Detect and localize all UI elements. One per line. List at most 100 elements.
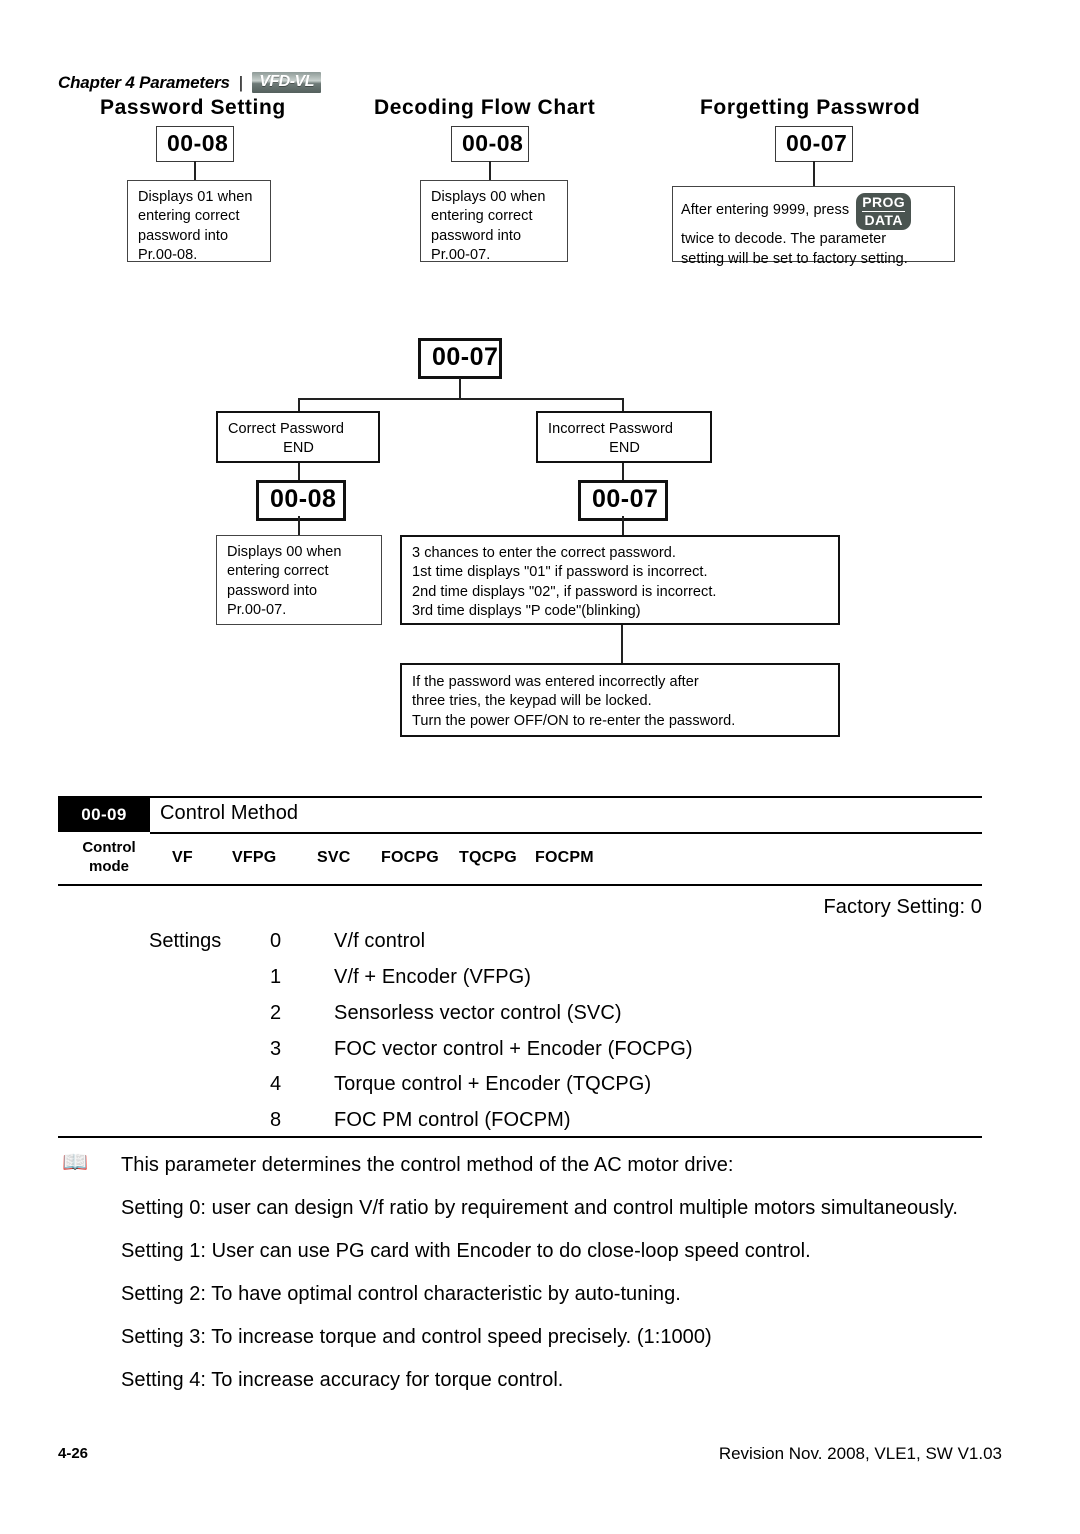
flow-box-line: setting will be set to factory setting. bbox=[681, 250, 908, 267]
control-mode-tqcpg: TQCPG bbox=[459, 849, 517, 866]
setting-value: 2 bbox=[270, 1002, 282, 1024]
flow-box-correct-displays-00: Displays 00 when entering correct passwo… bbox=[216, 535, 382, 625]
flow-box-line: Displays 00 when bbox=[431, 189, 546, 205]
connector-badge1-to-box1 bbox=[194, 161, 196, 181]
setting-value: 0 bbox=[270, 930, 282, 952]
flow-box-line: password into bbox=[431, 227, 522, 244]
param-badge-00-07-incorrect: 00-07 bbox=[578, 480, 668, 521]
flow-box-keypad-locked: If the password was entered incorrectly … bbox=[400, 663, 840, 737]
section-divider-top bbox=[58, 796, 982, 798]
flow-box-end-label: END bbox=[283, 440, 314, 457]
flow-box-line: 2nd time displays "02", if password is i… bbox=[412, 583, 717, 600]
control-mode-label: Control mode bbox=[72, 838, 146, 876]
flow-box-incorrect-password-end: Incorrect Password END bbox=[536, 411, 712, 463]
flow-box-end-label: END bbox=[609, 440, 640, 457]
param-badge-00-07-decode-root: 00-07 bbox=[418, 338, 502, 379]
connector-left-branch bbox=[298, 398, 300, 412]
flow-box-forgetting-password-instructions: After entering 9999, press PROG DATA twi… bbox=[672, 186, 955, 267]
param-badge-00-07-forgetting: 00-07 bbox=[775, 126, 853, 162]
factory-setting-value: Factory Setting: 0 bbox=[823, 896, 982, 918]
flow-box-line: Displays 01 when bbox=[138, 189, 253, 205]
flow-box-line: After entering 9999, press bbox=[681, 201, 850, 218]
open-book-icon: 📖 bbox=[62, 1151, 89, 1174]
connector-split-bar bbox=[298, 398, 624, 400]
data-key-label: DATA bbox=[864, 211, 903, 228]
connector-badge3-to-box3 bbox=[813, 161, 815, 187]
flow-box-line-with-key: After entering 9999, press PROG DATA bbox=[681, 193, 912, 231]
param-number-badge-00-09: 00-09 bbox=[58, 798, 150, 832]
setting-description: Torque control + Encoder (TQCPG) bbox=[334, 1073, 652, 1095]
param-badge-00-08-password: 00-08 bbox=[156, 126, 234, 162]
flow-box-line: entering correct bbox=[431, 208, 533, 225]
flow-box-line: Pr.00-07. bbox=[227, 601, 287, 618]
flow-box-correct-password-end: Correct Password END bbox=[216, 411, 380, 463]
note-paragraph: Setting 0: user can design V/f ratio by … bbox=[121, 1197, 959, 1219]
setting-value: 3 bbox=[270, 1038, 282, 1060]
setting-value: 1 bbox=[270, 966, 282, 988]
param-badge-00-08-decoding: 00-08 bbox=[451, 126, 529, 162]
header-separator: | bbox=[238, 72, 244, 92]
note-paragraph: Setting 1: User can use PG card with Enc… bbox=[121, 1240, 811, 1262]
flow-box-line: Turn the power OFF/ON to re-enter the pa… bbox=[412, 712, 736, 729]
control-mode-underline bbox=[58, 884, 982, 886]
connector-badge-right-to-box bbox=[622, 516, 624, 536]
flow-box-line: Displays 00 when bbox=[227, 544, 342, 560]
flow-box-password-displays-01: Displays 01 when entering correct passwo… bbox=[127, 180, 271, 263]
setting-description: Sensorless vector control (SVC) bbox=[334, 1002, 622, 1024]
settings-divider bbox=[58, 1136, 982, 1138]
page-header: Chapter 4 Parameters | VFD-VL bbox=[58, 72, 321, 93]
setting-value: 4 bbox=[270, 1073, 282, 1095]
connector-right-branch bbox=[622, 398, 624, 412]
param-title-underline bbox=[150, 832, 982, 834]
setting-description: FOC PM control (FOCPM) bbox=[334, 1109, 571, 1131]
flow-box-line: Pr.00-08. bbox=[138, 246, 198, 263]
flow-box-line: 3rd time displays "P code"(blinking) bbox=[412, 602, 641, 619]
flow-box-line: password into bbox=[227, 582, 318, 599]
control-mode-focpm: FOCPM bbox=[535, 849, 594, 866]
connector-badge2-to-box2 bbox=[489, 161, 491, 181]
flow-box-title: Incorrect Password bbox=[548, 421, 673, 437]
control-mode-focpg: FOCPG bbox=[381, 849, 439, 866]
flow-box-line: twice to decode. The parameter bbox=[681, 231, 887, 248]
connector-chances-to-locked bbox=[621, 625, 623, 664]
control-mode-label-line1: Control bbox=[82, 839, 136, 856]
flow-box-title: Correct Password bbox=[228, 421, 345, 437]
flow-box-line: 1st time displays "01" if password is in… bbox=[412, 564, 708, 581]
column-heading-forgetting-password: Forgetting Passwrod bbox=[700, 96, 921, 119]
flow-box-line: three tries, the keypad will be locked. bbox=[412, 693, 652, 710]
chapter-title: Chapter 4 Parameters bbox=[58, 72, 230, 92]
connector-badge-left-to-box bbox=[298, 516, 300, 536]
note-paragraph: Setting 2: To have optimal control chara… bbox=[121, 1283, 681, 1305]
control-mode-vf: VF bbox=[172, 849, 193, 866]
flow-box-line: Pr.00-07. bbox=[431, 246, 491, 263]
param-badge-00-08-correct: 00-08 bbox=[256, 480, 346, 521]
settings-label: Settings bbox=[149, 930, 222, 952]
prog-data-key-icon: PROG DATA bbox=[856, 193, 912, 231]
flow-box-decoding-displays-00: Displays 00 when entering correct passwo… bbox=[420, 180, 568, 263]
control-mode-label-line2: mode bbox=[88, 858, 129, 876]
setting-description: V/f control bbox=[334, 930, 426, 952]
connector-root-down bbox=[459, 378, 461, 400]
column-heading-password-setting: Password Setting bbox=[100, 96, 286, 119]
control-mode-svc: SVC bbox=[317, 849, 351, 866]
connector-correct-to-badge bbox=[298, 463, 300, 481]
flow-box-three-chances: 3 chances to enter the correct password.… bbox=[400, 535, 840, 625]
flow-box-line: 3 chances to enter the correct password. bbox=[412, 545, 676, 561]
vfd-vl-logo: VFD-VL bbox=[252, 72, 321, 93]
flow-box-line: If the password was entered incorrectly … bbox=[412, 674, 699, 690]
setting-value: 8 bbox=[270, 1109, 282, 1131]
note-paragraph: Setting 3: To increase torque and contro… bbox=[121, 1326, 712, 1348]
note-paragraph: This parameter determines the control me… bbox=[121, 1154, 734, 1176]
connector-incorrect-to-badge bbox=[622, 463, 624, 481]
note-paragraph: Setting 4: To increase accuracy for torq… bbox=[121, 1369, 564, 1391]
footer-page-number: 4-26 bbox=[58, 1445, 89, 1462]
setting-description: FOC vector control + Encoder (FOCPG) bbox=[334, 1038, 693, 1060]
flow-box-line: entering correct bbox=[227, 563, 329, 580]
prog-key-label: PROG bbox=[862, 194, 906, 210]
flow-box-line: entering correct bbox=[138, 208, 240, 225]
setting-description: V/f + Encoder (VFPG) bbox=[334, 966, 532, 988]
flow-box-line: password into bbox=[138, 227, 229, 244]
control-mode-vfpg: VFPG bbox=[232, 849, 277, 866]
footer-revision: Revision Nov. 2008, VLE1, SW V1.03 bbox=[718, 1444, 1002, 1463]
param-title-control-method: Control Method bbox=[160, 802, 299, 824]
